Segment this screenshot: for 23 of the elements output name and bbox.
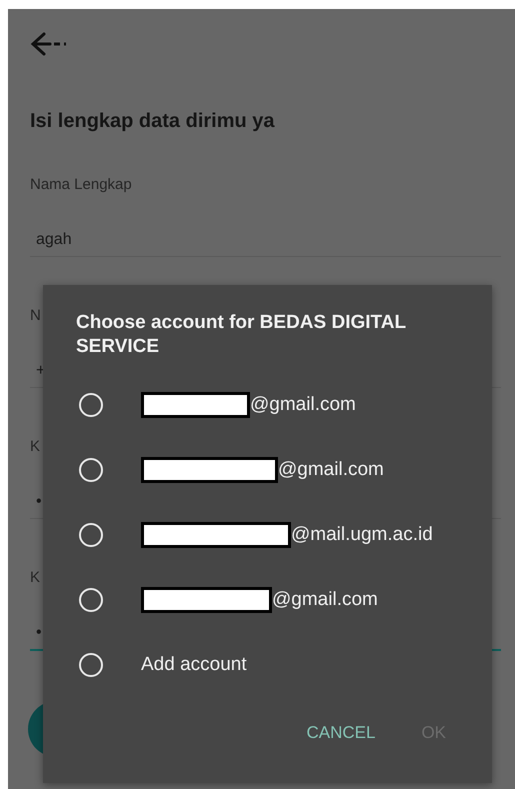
email-domain: @gmail.com [278,458,384,480]
account-option[interactable]: @gmail.com [43,372,468,437]
field-label: K [30,568,40,588]
add-account-label: Add account [141,654,247,676]
field-label: K [30,437,40,457]
email-domain: @mail.ugm.ac.id [291,524,433,546]
page-title: Isi lengkap data dirimu ya [30,109,276,134]
email-domain: @gmail.com [250,394,356,416]
email-domain: @gmail.com [272,588,378,610]
radio-button[interactable] [79,458,103,482]
dialog-button[interactable]: CANCEL [306,717,376,749]
account-option[interactable]: @mail.ugm.ac.id [43,502,468,567]
radio-button[interactable] [79,588,103,612]
account-option[interactable]: Add account [43,632,468,697]
account-option[interactable]: @gmail.com [43,567,468,632]
radio-button[interactable] [79,522,103,546]
radio-button[interactable] [79,652,103,676]
field-label: Nama Lengkap [30,175,132,195]
radio-button[interactable] [79,392,103,416]
dialog-title: Choose account for BEDAS DIGITAL SERVICE [76,311,407,359]
account-option[interactable]: @gmail.com [43,437,468,502]
back-arrow-icon[interactable] [30,31,68,57]
field-label: N [30,306,41,326]
